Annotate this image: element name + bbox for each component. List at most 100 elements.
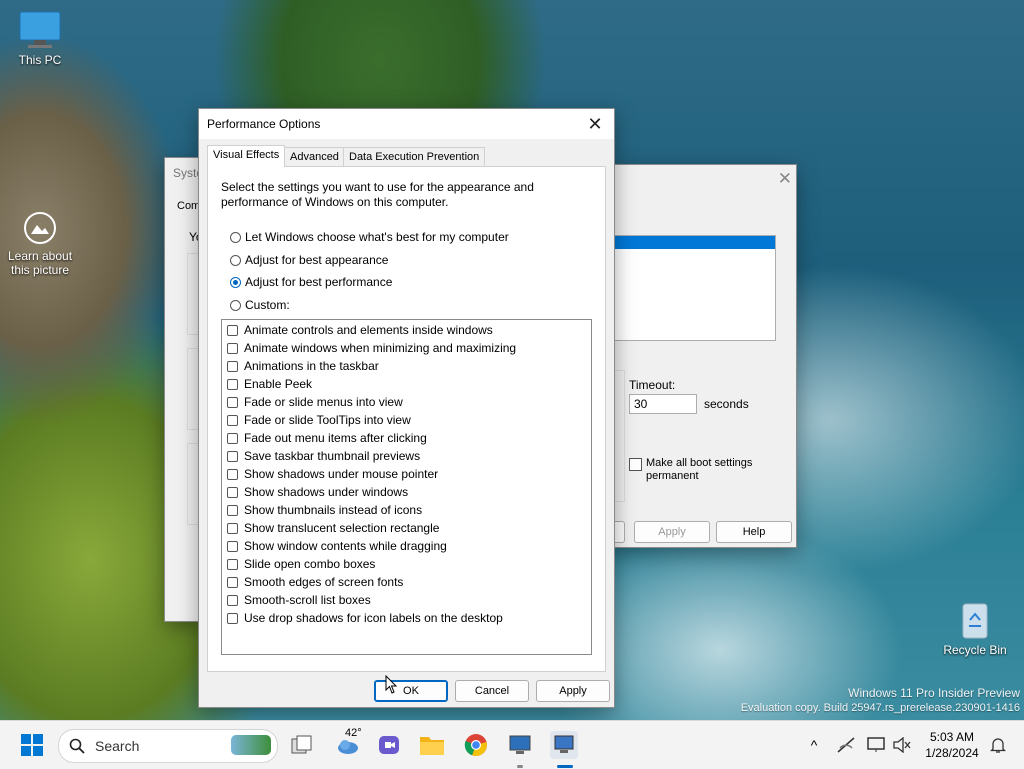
- checkbox-label: Show shadows under windows: [244, 485, 409, 499]
- desktop-icon-label: Recycle Bin: [943, 643, 1007, 657]
- checkbox-box[interactable]: [227, 432, 238, 444]
- checkbox-box[interactable]: [227, 342, 238, 354]
- list-box[interactable]: [610, 235, 776, 341]
- tab-data-execution-prevention[interactable]: Data Execution Prevention: [343, 147, 486, 167]
- checkbox-window-contents-dragging[interactable]: Show window contents while dragging: [222, 537, 591, 555]
- start-button[interactable]: [18, 731, 46, 759]
- system-properties-taskbar-icon[interactable]: [550, 731, 578, 759]
- checkbox-label: Fade or slide menus into view: [244, 395, 403, 409]
- radio-custom[interactable]: Custom:: [230, 298, 290, 312]
- checkbox-box[interactable]: [227, 594, 238, 606]
- chrome-icon[interactable]: [462, 731, 490, 759]
- tab-partial[interactable]: Com: [177, 200, 200, 212]
- tab-advanced[interactable]: Advanced: [284, 147, 345, 167]
- remote-desktop-icon[interactable]: [506, 731, 534, 759]
- checkbox-box[interactable]: [227, 378, 238, 390]
- clock-time: 5:03 AM: [929, 730, 975, 744]
- checkbox-translucent-selection[interactable]: Show translucent selection rectangle: [222, 519, 591, 537]
- checkbox-box[interactable]: [227, 360, 238, 372]
- cancel-button[interactable]: Cancel: [455, 680, 529, 702]
- notifications-bell-icon[interactable]: [984, 731, 1012, 759]
- radio-best-performance[interactable]: Adjust for best performance: [230, 275, 392, 289]
- checkbox-box[interactable]: [227, 450, 238, 462]
- checkbox-box[interactable]: [227, 486, 238, 498]
- chevron-up-icon[interactable]: ^: [800, 731, 828, 759]
- checkbox-save-thumbnails[interactable]: Save taskbar thumbnail previews: [222, 447, 591, 465]
- weather-widget[interactable]: 42°: [331, 727, 367, 759]
- checkbox-label: Show thumbnails instead of icons: [244, 503, 423, 517]
- checkbox-fade-tooltips[interactable]: Fade or slide ToolTips into view: [222, 411, 591, 429]
- help-button[interactable]: Help: [716, 521, 792, 543]
- checkbox-enable-peek[interactable]: Enable Peek: [222, 375, 591, 393]
- network-disconnected-icon[interactable]: [832, 731, 860, 759]
- desktop-icon-learn-picture[interactable]: Learn about this picture: [0, 210, 80, 277]
- boot-settings-label: Make all boot settings permanent: [646, 457, 753, 482]
- checkbox-box[interactable]: [227, 612, 238, 624]
- apply-button[interactable]: Apply: [634, 521, 710, 543]
- checkbox-shadows-pointer[interactable]: Show shadows under mouse pointer: [222, 465, 591, 483]
- checkbox-label: Show window contents while dragging: [244, 539, 447, 553]
- checkbox-box[interactable]: [227, 576, 238, 588]
- radio-button-selected[interactable]: [230, 276, 241, 288]
- checkbox-label: Enable Peek: [244, 377, 313, 391]
- checkbox-box[interactable]: [227, 522, 238, 534]
- checkbox-box[interactable]: [227, 504, 238, 516]
- radio-let-windows-choose[interactable]: Let Windows choose what's best for my co…: [230, 230, 509, 244]
- checkbox-box[interactable]: [227, 414, 238, 426]
- effects-checkbox-list[interactable]: Animate controls and elements inside win…: [221, 319, 592, 655]
- checkbox-box[interactable]: [227, 558, 238, 570]
- tab-strip: Visual Effects Advanced Data Execution P…: [207, 145, 607, 167]
- checkbox-label: Animations in the taskbar: [244, 359, 379, 373]
- tab-visual-effects[interactable]: Visual Effects: [207, 145, 286, 167]
- search-box[interactable]: Search: [58, 729, 278, 763]
- close-icon[interactable]: ✕: [576, 109, 614, 139]
- checkbox-label: Save taskbar thumbnail previews: [244, 449, 421, 463]
- radio-button[interactable]: [230, 254, 241, 266]
- desktop-icon-this-pc[interactable]: This PC: [0, 10, 80, 67]
- checkbox-animations-taskbar[interactable]: Animations in the taskbar: [222, 357, 591, 375]
- watermark: Windows 11 Pro Insider Preview Evaluatio…: [741, 686, 1020, 716]
- checkbox-shadows-windows[interactable]: Show shadows under windows: [222, 483, 591, 501]
- watermark-line1: Windows 11 Pro Insider Preview: [848, 686, 1020, 700]
- checkbox-smooth-fonts[interactable]: Smooth edges of screen fonts: [222, 573, 591, 591]
- clock[interactable]: 5:03 AM 1/28/2024: [920, 729, 984, 761]
- radio-best-appearance[interactable]: Adjust for best appearance: [230, 253, 388, 267]
- seconds-label: seconds: [704, 397, 749, 411]
- checkbox-box[interactable]: [227, 468, 238, 480]
- checkbox-label: Animate controls and elements inside win…: [244, 323, 493, 337]
- checkbox-label: Show shadows under mouse pointer: [244, 467, 439, 481]
- checkbox-thumbnails-icons[interactable]: Show thumbnails instead of icons: [222, 501, 591, 519]
- checkbox-animate-windows[interactable]: Animate windows when minimizing and maxi…: [222, 339, 591, 357]
- teams-icon[interactable]: [375, 731, 403, 759]
- checkbox-drop-shadows-labels[interactable]: Use drop shadows for icon labels on the …: [222, 609, 591, 627]
- radio-button[interactable]: [230, 299, 241, 311]
- close-icon[interactable]: ✕: [778, 169, 792, 189]
- checkbox-fade-menus[interactable]: Fade or slide menus into view: [222, 393, 591, 411]
- radio-label: Adjust for best performance: [245, 275, 393, 289]
- checkbox-slide-combo[interactable]: Slide open combo boxes: [222, 555, 591, 573]
- search-highlight-icon: [231, 735, 271, 755]
- radio-label: Custom:: [245, 298, 290, 312]
- file-explorer-icon[interactable]: [418, 731, 446, 759]
- dialog-title: Performance Options: [207, 117, 321, 131]
- list-selected-item[interactable]: [610, 236, 775, 249]
- checkbox-smooth-scroll[interactable]: Smooth-scroll list boxes: [222, 591, 591, 609]
- display-icon[interactable]: [862, 731, 890, 759]
- clock-date: 1/28/2024: [925, 746, 979, 760]
- desktop-icon-recycle-bin[interactable]: Recycle Bin: [935, 598, 1015, 657]
- checkbox-box[interactable]: [227, 540, 238, 552]
- checkbox-box[interactable]: [227, 396, 238, 408]
- radio-button[interactable]: [230, 231, 241, 243]
- timeout-input[interactable]: 30: [629, 394, 697, 414]
- boot-settings-checkbox[interactable]: Make all boot settings permanent: [629, 457, 789, 483]
- weather-temp: 42°: [345, 727, 362, 739]
- checkbox-animate-controls[interactable]: Animate controls and elements inside win…: [222, 321, 591, 339]
- checkbox-fade-menu-items[interactable]: Fade out menu items after clicking: [222, 429, 591, 447]
- checkbox-box[interactable]: [227, 324, 238, 336]
- volume-muted-icon[interactable]: [888, 731, 916, 759]
- checkbox-box[interactable]: [629, 458, 642, 471]
- desktop-icon-label: Learn about this picture: [7, 249, 73, 277]
- timeout-label: Timeout:: [629, 378, 676, 392]
- task-view-icon[interactable]: [288, 731, 316, 759]
- apply-button[interactable]: Apply: [536, 680, 610, 702]
